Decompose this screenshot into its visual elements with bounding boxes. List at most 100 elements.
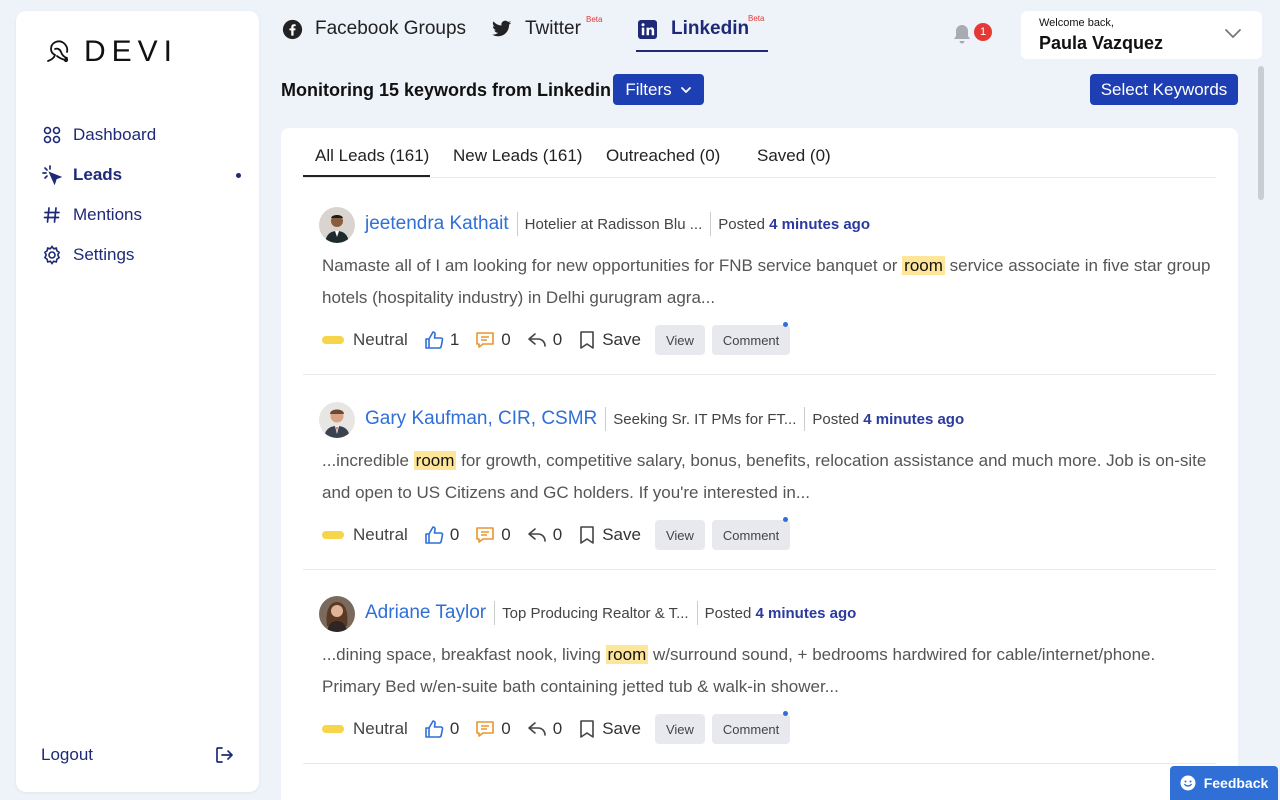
thumbs-up-icon xyxy=(425,331,444,349)
comment-button[interactable]: Comment xyxy=(711,517,791,550)
lead-author-name[interactable]: Gary Kaufman, CIR, CSMR xyxy=(365,408,597,430)
logout-icon xyxy=(216,747,233,763)
notification-count-badge: 1 xyxy=(974,23,992,41)
tab-all-leads[interactable]: All Leads (161) xyxy=(315,146,429,166)
divider xyxy=(605,407,607,431)
lead-text: ...dining space, breakfast nook, living … xyxy=(322,639,1212,703)
scrollbar[interactable] xyxy=(1258,66,1264,200)
save-label: Save xyxy=(602,719,641,738)
posted-prefix: Posted xyxy=(718,215,765,233)
lead-author-headline: Seeking Sr. IT PMs for FT... xyxy=(613,410,797,428)
sidebar: DEVI Dashboard Leads Mentions Settings L… xyxy=(16,11,259,792)
bookmark-icon xyxy=(580,331,595,349)
notifications-button[interactable] xyxy=(950,22,974,46)
filters-button[interactable]: Filters xyxy=(613,74,704,105)
avatar[interactable] xyxy=(319,596,355,632)
comment-icon xyxy=(476,721,495,737)
save-button[interactable]: Save xyxy=(578,719,641,739)
tab-facebook-groups[interactable]: Facebook Groups xyxy=(282,18,466,40)
sidebar-item-settings[interactable]: Settings xyxy=(41,235,241,275)
hashtag-icon xyxy=(41,204,63,226)
sidebar-item-label: Dashboard xyxy=(73,125,157,144)
sidebar-item-mentions[interactable]: Mentions xyxy=(41,195,241,235)
active-indicator-dot xyxy=(236,172,241,178)
tab-linkedin[interactable]: Linkedin xyxy=(638,18,749,40)
linkedin-icon xyxy=(638,18,660,40)
tab-new-leads[interactable]: New Leads (161) xyxy=(453,146,582,166)
logout-button[interactable]: Logout xyxy=(41,745,234,765)
chevron-down-icon xyxy=(680,86,691,93)
lead-tabs: All Leads (161) New Leads (161) Outreach… xyxy=(303,128,1216,178)
logout-label: Logout xyxy=(41,745,93,764)
sentiment-label: Neutral xyxy=(353,719,408,738)
comments-count[interactable]: 0 xyxy=(475,525,511,545)
tab-outreached[interactable]: Outreached (0) xyxy=(606,146,720,166)
save-button[interactable]: Save xyxy=(578,330,641,350)
tab-label: Linkedin xyxy=(671,18,750,39)
thumbs-up-icon xyxy=(425,526,444,544)
comment-icon xyxy=(476,332,495,348)
comments-count[interactable]: 0 xyxy=(475,719,511,739)
sidebar-item-dashboard[interactable]: Dashboard xyxy=(41,115,241,155)
sidebar-item-leads[interactable]: Leads xyxy=(41,155,241,195)
feedback-label: Feedback xyxy=(1203,775,1269,791)
divider xyxy=(516,212,518,236)
likes-count[interactable]: 0 xyxy=(424,525,459,545)
keyword-highlight: room xyxy=(605,645,649,664)
posted-time: 4 minutes ago xyxy=(863,410,965,428)
comments-count[interactable]: 0 xyxy=(475,330,511,350)
shares-value: 0 xyxy=(552,525,563,544)
shares-count[interactable]: 0 xyxy=(527,330,562,350)
bookmark-icon xyxy=(580,720,595,738)
comment-button[interactable]: Comment xyxy=(711,322,791,355)
save-button[interactable]: Save xyxy=(578,525,641,545)
text-before: Namaste all of I am looking for new oppo… xyxy=(322,256,903,275)
sentiment-label: Neutral xyxy=(353,330,408,349)
comment-label: Comment xyxy=(722,721,780,737)
sidebar-item-label: Settings xyxy=(73,245,135,264)
view-button[interactable]: View xyxy=(654,520,705,550)
sidebar-nav: Dashboard Leads Mentions Settings xyxy=(41,115,241,275)
likes-count[interactable]: 1 xyxy=(424,330,459,350)
sentiment-label: Neutral xyxy=(353,525,408,544)
bell-icon xyxy=(954,25,970,44)
lead-author-name[interactable]: Adriane Taylor xyxy=(365,602,486,624)
likes-count[interactable]: 0 xyxy=(424,719,459,739)
select-keywords-button[interactable]: Select Keywords xyxy=(1090,74,1238,105)
notification-dot xyxy=(783,322,789,327)
select-keywords-label: Select Keywords xyxy=(1100,79,1228,99)
user-menu[interactable]: Welcome back, Paula Vazquez xyxy=(1021,11,1262,59)
feedback-button[interactable]: Feedback xyxy=(1170,766,1278,800)
comment-icon xyxy=(476,527,495,543)
comment-button[interactable]: Comment xyxy=(711,711,791,744)
shares-count[interactable]: 0 xyxy=(527,525,562,545)
divider xyxy=(710,212,712,236)
lead-actions: Neutral 1 0 0 Save View Comment xyxy=(322,322,791,356)
gear-icon xyxy=(41,244,63,266)
comments-value: 0 xyxy=(501,719,511,738)
likes-value: 0 xyxy=(449,525,460,544)
sentiment-indicator xyxy=(322,531,344,539)
lead-text: ...incredible room for growth, competiti… xyxy=(322,445,1212,509)
logo[interactable]: DEVI xyxy=(43,35,178,69)
reply-icon xyxy=(527,528,546,542)
keyword-highlight: room xyxy=(902,256,945,275)
shares-count[interactable]: 0 xyxy=(527,719,562,739)
page-title: Monitoring 15 keywords from Linkedin xyxy=(281,80,612,100)
lead-author-name[interactable]: jeetendra Kathait xyxy=(365,213,509,235)
active-tab-underline xyxy=(636,50,768,52)
twitter-icon xyxy=(492,18,514,40)
view-button[interactable]: View xyxy=(654,714,705,744)
lead-posted-time: Posted 4 minutes ago xyxy=(812,411,964,428)
view-button[interactable]: View xyxy=(654,325,705,355)
bookmark-icon xyxy=(580,526,595,544)
posted-prefix: Posted xyxy=(812,410,860,428)
reply-icon xyxy=(527,333,546,347)
beta-badge: Beta xyxy=(586,15,603,24)
tab-saved[interactable]: Saved (0) xyxy=(757,146,831,166)
avatar[interactable] xyxy=(319,402,355,438)
lead-header: Adriane Taylor Top Producing Realtor & T… xyxy=(365,601,856,625)
avatar[interactable] xyxy=(319,207,355,243)
divider xyxy=(494,601,496,625)
tab-twitter[interactable]: Twitter xyxy=(492,18,581,40)
